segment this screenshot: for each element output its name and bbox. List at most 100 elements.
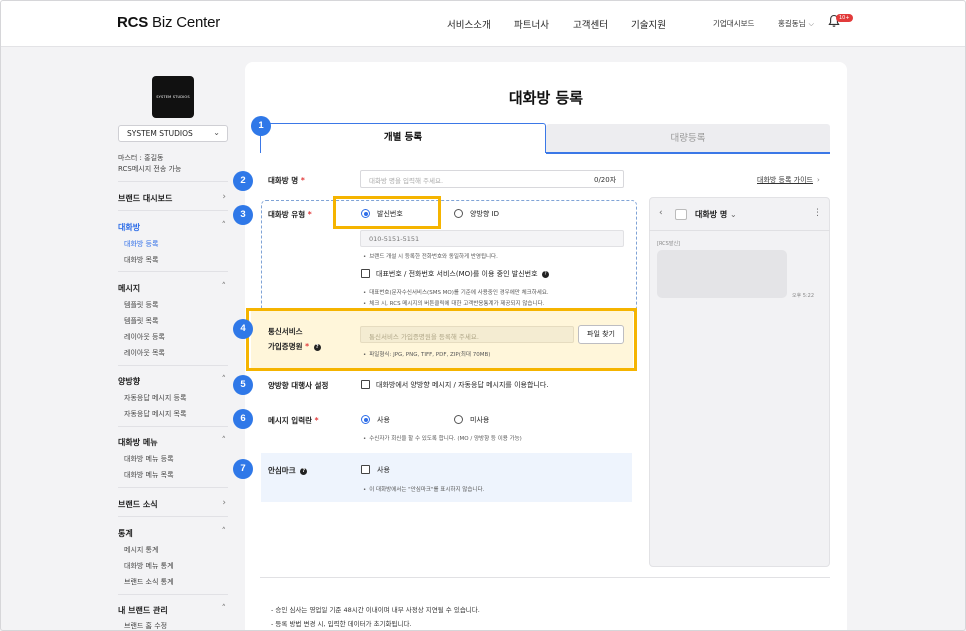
- sidebar-divider: [118, 365, 228, 366]
- chatroom-name-counter: 0/20자: [594, 176, 617, 184]
- chevron-down-icon: ⌄: [213, 128, 220, 137]
- chatroom-type-label: 대화방 유형 *: [268, 210, 312, 219]
- step-marker-1: 1: [251, 116, 271, 136]
- sidebar-group-statistics[interactable]: 통계 ˄: [118, 527, 228, 539]
- chevron-up-icon: ˄: [221, 221, 227, 231]
- sidebar-group-message[interactable]: 메시지 ˄: [118, 282, 228, 294]
- sidebar-item-chatroom-register[interactable]: 대화방 등록: [124, 239, 158, 249]
- sidebar-group-chatroom-menu[interactable]: 대화방 메뉴 ˄: [118, 436, 228, 448]
- sidebar-divider: [118, 210, 228, 211]
- chevron-right-icon: ›: [816, 176, 820, 184]
- chevron-up-icon: ˄: [221, 282, 227, 292]
- sidebar-item-layout-register[interactable]: 레이아웃 등록: [124, 332, 165, 342]
- radio-use[interactable]: [361, 415, 370, 424]
- top-header: RCS Biz Center 서비스소개 파트너사 고객센터 기술지원 기업대시…: [0, 0, 966, 47]
- sidebar-item-chatroom-menu-register[interactable]: 대화방 메뉴 등록: [124, 454, 174, 464]
- sidebar-divider: [118, 594, 228, 595]
- sidebar-item-template-list[interactable]: 템플릿 목록: [124, 316, 158, 326]
- mo-service-checkbox[interactable]: [361, 269, 370, 278]
- more-vertical-icon: ⋮: [813, 208, 822, 218]
- sidebar-item-chatroom-menu-list[interactable]: 대화방 메뉴 목록: [124, 470, 174, 480]
- message-input-label: 메시지 입력란 *: [268, 416, 319, 425]
- user-menu[interactable]: 홍길동님 ⌵: [778, 18, 814, 29]
- sidebar-divider: [118, 487, 228, 488]
- sidebar-item-brand-news-stats[interactable]: 브랜드 소식 통계: [124, 577, 174, 587]
- sidebar-group-brand-dashboard[interactable]: 브랜드 대시보드 ›: [118, 192, 228, 204]
- chevron-down-icon: ⌵: [808, 20, 814, 28]
- footer-note-2: - 등록 방법 변경 시, 입력한 데이터가 초기화됩니다.: [271, 620, 412, 628]
- agency-checkbox-label: 대화방에서 양방향 메시지 / 자동응답 메시지를 이용합니다.: [376, 381, 549, 389]
- radio-unused[interactable]: [454, 415, 463, 424]
- step-marker-5: 5: [233, 375, 253, 395]
- sidebar-group-chatroom[interactable]: 대화방 ˄: [118, 221, 228, 233]
- question-icon[interactable]: ?: [300, 468, 308, 475]
- preview-time: 오후 5:22: [792, 293, 815, 299]
- find-file-button[interactable]: 파일 찾기: [578, 325, 624, 344]
- question-icon[interactable]: ?: [541, 271, 549, 278]
- safe-mark-checkbox[interactable]: [361, 465, 370, 474]
- agency-label: 양방향 대행사 설정: [268, 381, 329, 390]
- brand-logo: SYSTEM STUDIOS: [152, 76, 194, 118]
- sidebar-group-my-brand[interactable]: 내 브랜드 관리 ˄: [118, 604, 228, 616]
- sidebar-group-bidirectional[interactable]: 양방향 ˄: [118, 375, 228, 387]
- preview-rcs-tag: [RCS발신]: [657, 241, 680, 247]
- sidebar-item-template-register[interactable]: 템플릿 등록: [124, 300, 158, 310]
- radio-sender-number[interactable]: [361, 209, 370, 218]
- sidebar-divider: [118, 181, 228, 182]
- nav-service-intro[interactable]: 서비스소개: [447, 17, 491, 31]
- brand-select[interactable]: SYSTEM STUDIOS ⌄: [118, 125, 228, 142]
- chevron-right-icon: ›: [222, 498, 226, 508]
- safe-mark-label: 안심마크 ?: [268, 465, 308, 476]
- radio-bidirectional-id[interactable]: [454, 209, 463, 218]
- chevron-up-icon: ˄: [221, 604, 227, 614]
- mo-service-checkbox-label: 대표번호 / 전화번호 서비스(MO)를 이용 중인 발신번호 ?: [376, 269, 549, 279]
- nav-partners[interactable]: 파트너사: [514, 17, 549, 31]
- question-icon[interactable]: ?: [313, 344, 321, 351]
- chevron-up-icon: ˄: [221, 375, 227, 385]
- brand-select-value: SYSTEM STUDIOS: [127, 129, 193, 138]
- message-input-note: 수신자가 회신을 할 수 있도록 합니다. (MO / 양방향 등 이용 가능): [363, 434, 522, 442]
- sidebar-item-chatroom-list[interactable]: 대화방 목록: [124, 255, 158, 265]
- sidebar-item-auto-reply-list[interactable]: 자동응답 메시지 목록: [124, 409, 186, 419]
- nav-tech-support[interactable]: 기술지원: [631, 17, 666, 31]
- tab-individual-register[interactable]: 개별 등록: [260, 123, 546, 153]
- tab-bulk-register[interactable]: 대량등록: [546, 124, 830, 153]
- sidebar-item-layout-list[interactable]: 레이아웃 목록: [124, 348, 165, 358]
- step-marker-6: 6: [233, 409, 253, 429]
- rcs-send-info: RCS메시지 전송 가능: [118, 165, 182, 173]
- sidebar-item-brand-home-edit[interactable]: 브랜드 홈 수정: [124, 621, 167, 631]
- sidebar-item-auto-reply-register[interactable]: 자동응답 메시지 등록: [124, 393, 186, 403]
- step-marker-7: 7: [233, 459, 253, 479]
- user-name: 홍길동님: [778, 19, 806, 28]
- enterprise-dashboard-link[interactable]: 기업대시보드: [713, 18, 754, 29]
- preview-avatar-icon: [675, 209, 687, 220]
- step-marker-2: 2: [233, 171, 253, 191]
- chevron-up-icon: ˄: [221, 436, 227, 446]
- footer-note-1: - 승인 심사는 영업일 기준 48시간 이내이며 내부 사정상 지연될 수 있…: [271, 606, 480, 614]
- chevron-left-icon: ‹: [659, 208, 663, 218]
- mo-service-note-2: 체크 시, RCS 메시지의 버튼클릭에 대한 고객반응통계가 제공되지 않습니…: [363, 299, 544, 307]
- certificate-file-input[interactable]: 통신서비스 가입증명원을 등록해 주세요.: [360, 326, 574, 343]
- register-guide-link[interactable]: 대화방 등록 가이드 ›: [757, 175, 820, 185]
- rcs-biz-center-logo[interactable]: RCS Biz Center: [117, 14, 220, 31]
- certificate-note: 파일형식: JPG, PNG, TIFF, PDF, ZIP(최대 70MB): [363, 350, 490, 358]
- sidebar-item-chatroom-menu-stats[interactable]: 대화방 메뉴 통계: [124, 561, 174, 571]
- mo-service-note-1: 대표번호(문자수신서비스(SMS MO)를 기준에 사용중인 경우에만 체크하세…: [363, 288, 548, 296]
- preview-divider: [649, 230, 830, 231]
- sidebar-divider: [118, 271, 228, 272]
- agency-checkbox[interactable]: [361, 380, 370, 389]
- radio-bidirectional-id-label: 양방향 ID: [470, 210, 499, 218]
- sidebar-group-brand-news[interactable]: 브랜드 소식 ›: [118, 498, 228, 510]
- sidebar-item-message-stats[interactable]: 메시지 통계: [124, 545, 158, 555]
- sidebar-divider: [118, 516, 228, 517]
- sender-number-note: 브랜드 개설 시 등록한 전화번호와 동일하게 반영됩니다.: [363, 252, 498, 260]
- chatroom-name-input[interactable]: 대화방 명을 입력해 주세요.: [360, 170, 624, 188]
- chevron-down-icon: ⌄: [730, 210, 737, 219]
- sidebar-divider: [118, 426, 228, 427]
- certificate-label-line1: 통신서비스: [268, 327, 303, 336]
- nav-customer-center[interactable]: 고객센터: [573, 17, 608, 31]
- step-marker-3: 3: [233, 205, 253, 225]
- radio-unused-label: 미사용: [470, 416, 490, 424]
- notification-badge: 10+: [836, 14, 853, 22]
- safe-mark-section: [261, 453, 632, 502]
